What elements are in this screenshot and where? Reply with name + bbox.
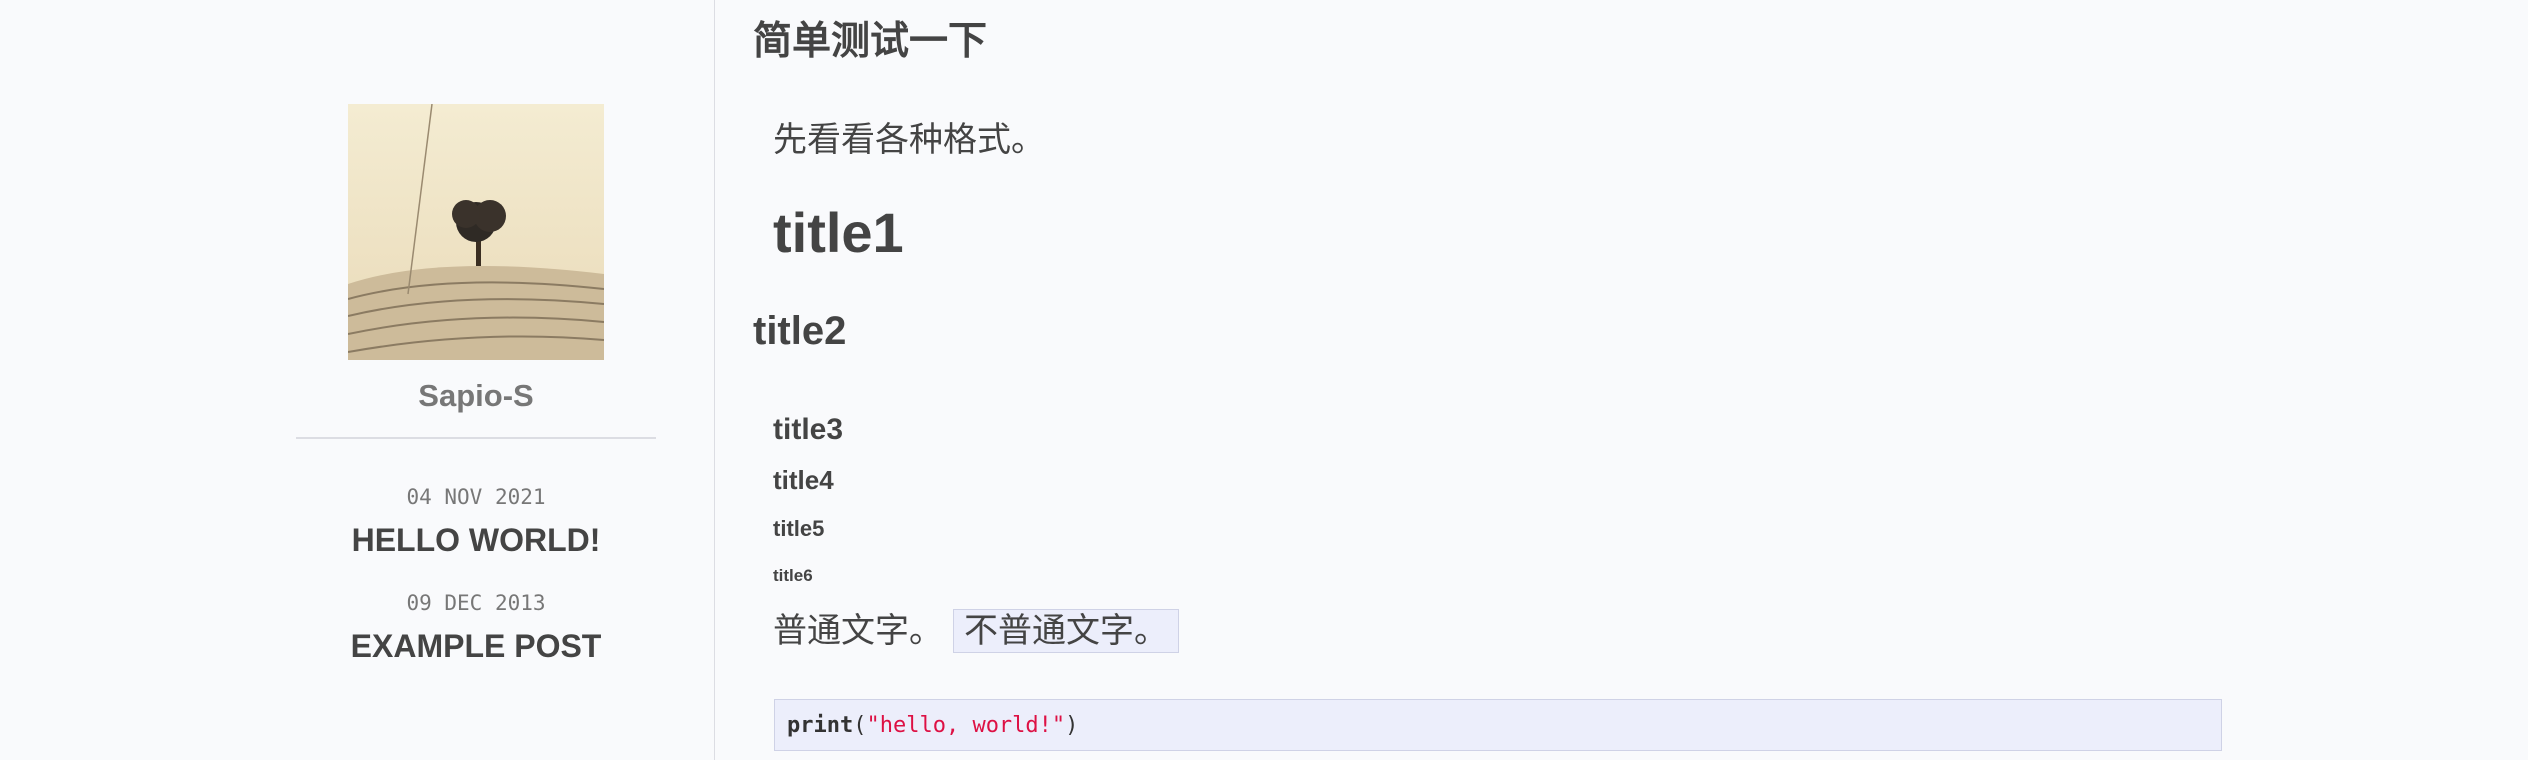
inline-code: 不普通文字。 [953,609,1179,653]
heading-6: title6 [773,566,813,585]
page-title: 简单测试一下 [753,19,988,64]
code-block: print("hello, world!") [774,699,2222,751]
article: 简单测试一下 先看看各种格式。 title1 title2 title3 tit… [715,0,2528,760]
code-open-paren: ( [853,713,867,738]
heading-2: title2 [753,309,847,353]
avatar-illustration [348,104,604,360]
code-string: "hello, world!" [866,713,1066,738]
post-date: 09 DEC 2013 [406,591,546,615]
plain-text: 普通文字。 [773,611,943,651]
post-link-example-post[interactable]: EXAMPLE POST [296,628,656,665]
heading-3: title3 [773,413,844,446]
sidebar: Sapio-S 04 NOV 2021 HELLO WORLD! 09 DEC … [0,0,715,760]
heading-5: title5 [773,516,825,541]
heading-4: title4 [773,465,834,495]
text-paragraph: 普通文字。 不普通文字。 [773,603,1179,653]
post-link-hello-world[interactable]: HELLO WORLD! [296,522,656,559]
intro-paragraph: 先看看各种格式。 [773,120,1045,160]
code-close-paren: ) [1065,713,1079,738]
sidebar-divider [296,437,656,439]
heading-1: title1 [773,201,904,264]
post-date: 04 NOV 2021 [406,485,546,509]
author-name: Sapio-S [418,378,534,413]
avatar [348,104,604,360]
code-keyword: print [787,713,854,738]
